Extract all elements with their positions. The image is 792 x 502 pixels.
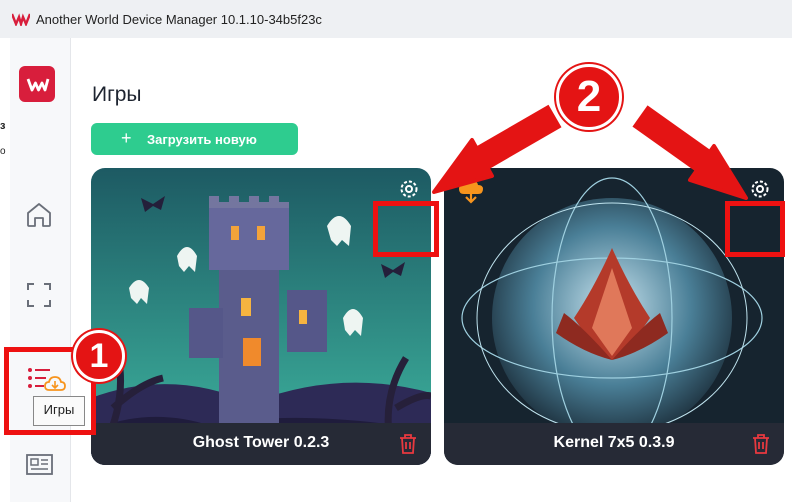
annotation-badge-2: 2: [556, 64, 622, 130]
annotation-badge-1: 1: [73, 330, 125, 382]
annotation-arrows: [432, 104, 748, 200]
